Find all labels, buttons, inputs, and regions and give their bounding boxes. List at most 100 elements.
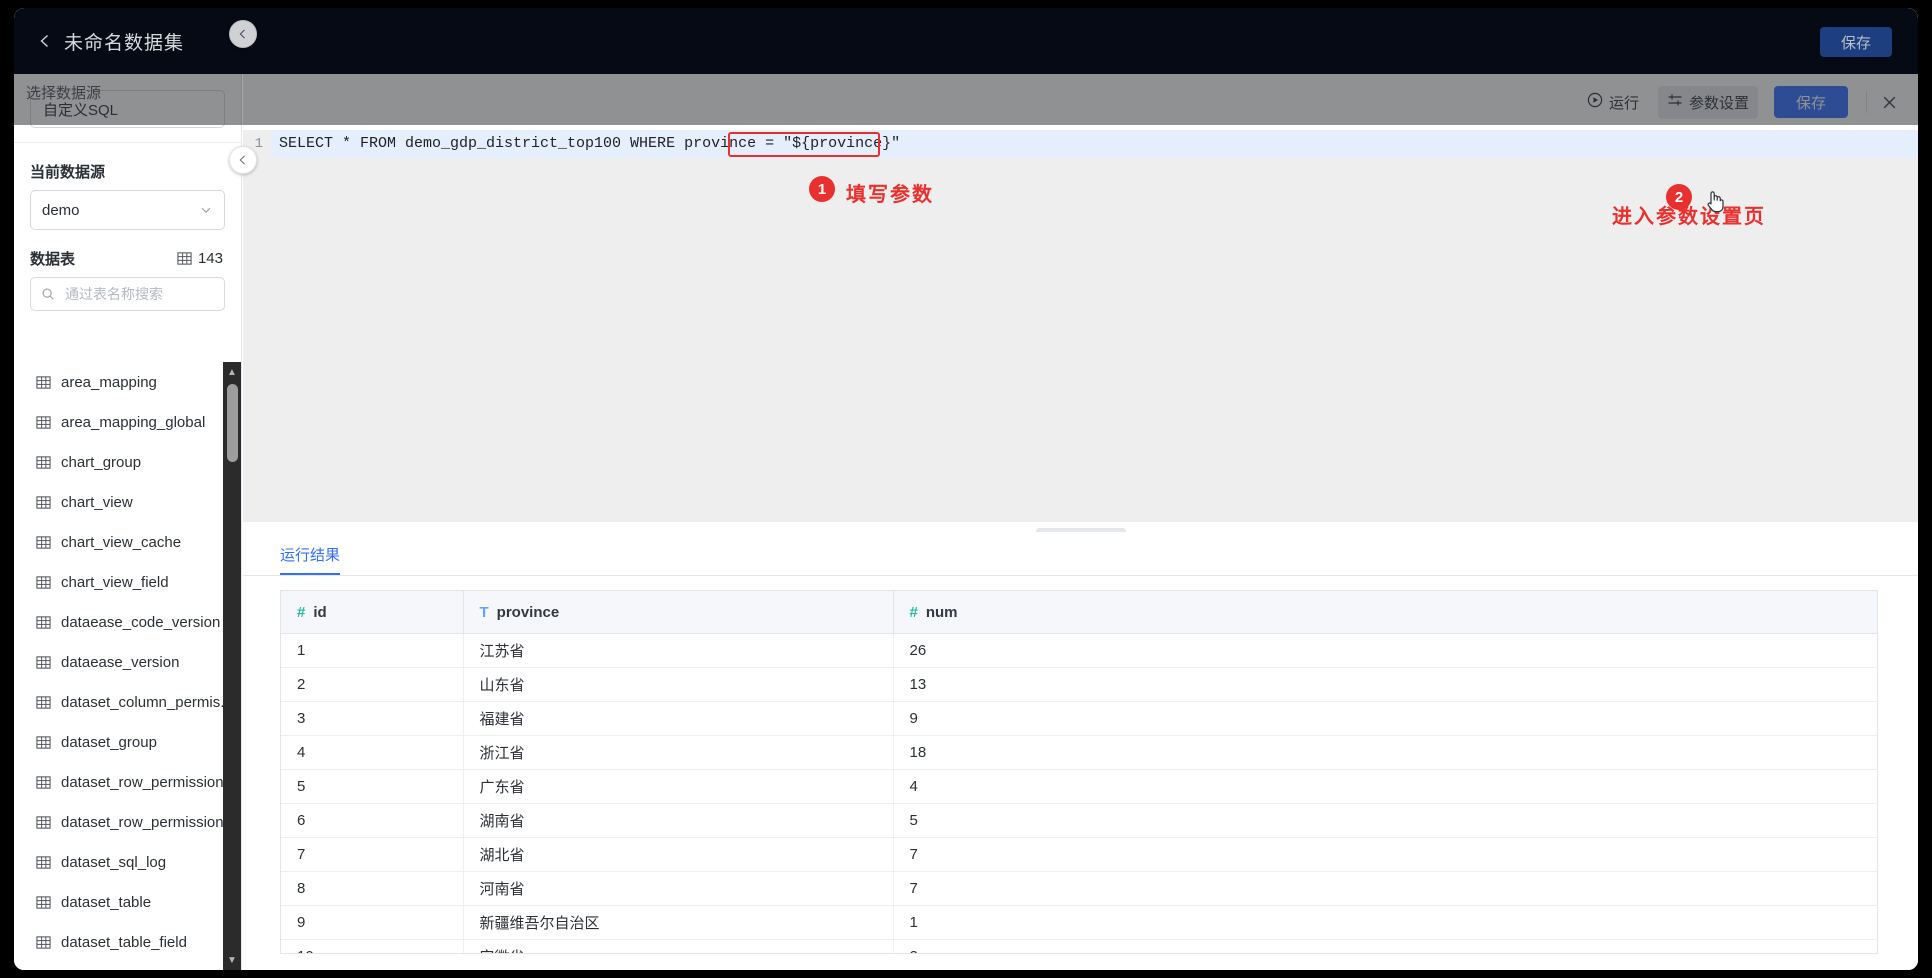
grid-table-icon [36,495,51,510]
column-header-province[interactable]: Tprovince [463,591,893,634]
list-item[interactable]: dataset_group [14,722,241,762]
text-icon: T [480,604,489,621]
cell-num: 18 [893,736,1877,770]
annotation-text-1: 填写参数 [846,178,934,207]
cell-num: 13 [893,668,1877,702]
toolbar-divider [1866,91,1867,113]
list-item-label: dataset_column_permis... [61,694,233,711]
left-panel: 自定义SQL 当前数据源 demo 数据表 143 area [14,74,242,970]
sliders-icon [1667,92,1683,112]
list-item[interactable]: dataease_version [14,642,241,682]
cell-num: 4 [893,770,1877,804]
page-title: 未命名数据集 [64,28,184,55]
datasource-value: demo [42,202,80,219]
column-header-id[interactable]: #id [281,591,463,634]
cell-id: 5 [281,770,463,804]
close-icon[interactable] [1881,94,1902,111]
cell-id: 3 [281,702,463,736]
column-label: num [926,604,958,621]
play-circle-icon [1587,92,1603,112]
table-row: 10安徽省2 [281,940,1877,955]
list-item-label: chart_group [61,454,141,471]
cell-id: 8 [281,872,463,906]
results-panel: 运行结果 #id Tprovince #num 1江苏省26 2山东省13 [243,532,1918,970]
scroll-down-icon[interactable]: ▼ [223,952,241,968]
tab-run-result[interactable]: 运行结果 [280,544,340,575]
cell-id: 6 [281,804,463,838]
list-item-label: chart_view_field [61,574,169,591]
list-item[interactable]: chart_view [14,482,241,522]
app-window: 未命名数据集 保存 自定义SQL 当前数据源 demo 数据表 143 [14,8,1918,970]
cell-num: 26 [893,634,1877,668]
app-header: 未命名数据集 保存 [14,8,1918,74]
column-header-num[interactable]: #num [893,591,1877,634]
scrollbar-thumb[interactable] [227,384,238,462]
list-item[interactable]: area_mapping_global [14,402,241,442]
datasource-select[interactable]: demo [30,190,225,230]
cell-num: 1 [893,906,1877,940]
list-item-label: dataset_sql_log [61,854,166,871]
hash-icon: # [297,604,305,621]
grid-table-icon [36,815,51,830]
list-item[interactable]: dataset_sql_log [14,842,241,882]
collapse-datasource-button[interactable] [229,20,257,48]
list-item-label: chart_view [61,494,133,511]
cell-id: 2 [281,668,463,702]
cell-num: 2 [893,940,1877,955]
table-row: 2山东省13 [281,668,1877,702]
line-number-gutter: 1 [243,130,271,522]
grid-table-icon [36,455,51,470]
list-item[interactable]: dataset_table [14,882,241,922]
cell-province: 浙江省 [463,736,893,770]
cell-id: 10 [281,940,463,955]
table-search-box[interactable] [30,277,225,311]
grid-table-icon [36,855,51,870]
grid-table-icon [36,775,51,790]
table-list[interactable]: area_mapping area_mapping_global chart_g… [14,362,241,970]
sidebar-scrollbar[interactable]: ▲ ▼ [223,362,241,970]
sql-editor[interactable]: 1 SELECT * FROM demo_gdp_district_top100… [243,130,1918,522]
list-item[interactable]: chart_view_field [14,562,241,602]
results-tabs: 运行结果 [243,532,1918,576]
cell-num: 7 [893,872,1877,906]
run-button[interactable]: 运行 [1578,86,1648,119]
sql-type-section: 自定义SQL [14,74,241,143]
tables-label: 数据表 [30,248,75,269]
annotation-badge-1: 1 [809,176,835,202]
list-item[interactable]: chart_view_cache [14,522,241,562]
sql-text[interactable]: SELECT * FROM demo_gdp_district_top100 W… [279,130,900,158]
search-input[interactable] [63,285,214,303]
list-item[interactable]: area_mapping [14,362,241,402]
sql-type-input[interactable]: 自定义SQL [30,90,225,128]
cell-id: 4 [281,736,463,770]
list-item-label: chart_view_cache [61,534,181,551]
header-save-button[interactable]: 保存 [1820,27,1892,57]
list-item[interactable]: dataset_row_permission... [14,802,241,842]
param-settings-label: 参数设置 [1689,92,1749,113]
chevron-down-icon [199,203,213,217]
cell-province: 广东省 [463,770,893,804]
table-row: 7湖北省7 [281,838,1877,872]
scroll-up-icon[interactable]: ▲ [223,364,241,380]
list-item[interactable]: dataset_table_field [14,922,241,962]
table-row: 1江苏省26 [281,634,1877,668]
cell-num: 9 [893,702,1877,736]
list-item-label: dataease_code_version [61,614,220,631]
list-item[interactable]: dataset_row_permissions [14,762,241,802]
back-icon[interactable] [30,26,60,56]
cell-province: 湖南省 [463,804,893,838]
list-item[interactable]: dataset_column_permis... [14,682,241,722]
column-label: province [497,604,560,621]
cell-id: 1 [281,634,463,668]
list-item[interactable]: dataease_code_version [14,602,241,642]
cell-province: 河南省 [463,872,893,906]
cell-province: 湖北省 [463,838,893,872]
editor-save-button[interactable]: 保存 [1774,86,1848,118]
grid-table-icon [36,375,51,390]
cell-num: 5 [893,804,1877,838]
collapse-panel-button[interactable] [229,146,257,174]
param-settings-button[interactable]: 参数设置 [1658,86,1758,119]
cell-province: 山东省 [463,668,893,702]
annotation-text-2: 进入参数设置页 [1612,200,1766,229]
list-item[interactable]: chart_group [14,442,241,482]
